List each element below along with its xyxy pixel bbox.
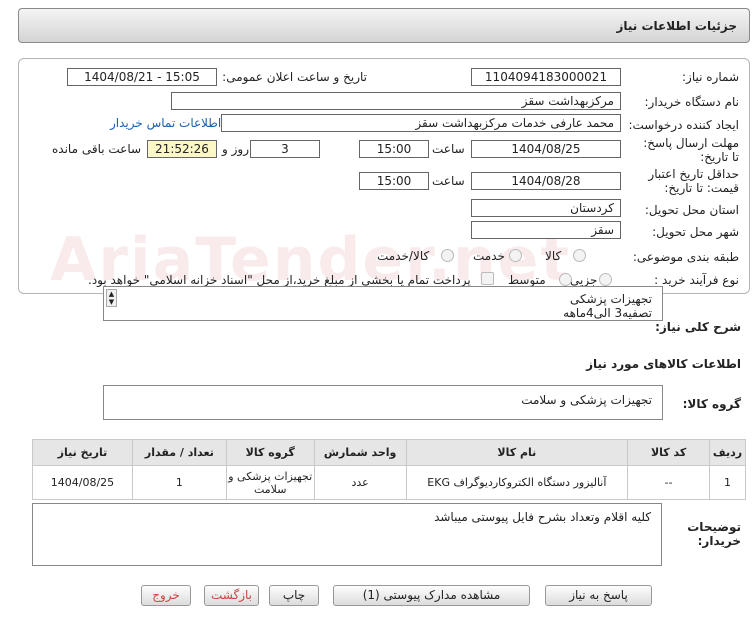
category-goods-label: کالا	[545, 249, 562, 263]
category-both-label: کالا/خدمت	[377, 249, 430, 263]
goods-table-header: ردیف کد کالا نام کالا واحد شمارش گروه کا…	[32, 439, 746, 466]
category-both-radio[interactable]	[441, 249, 454, 262]
col-goods-group: گروه کالا	[225, 439, 315, 466]
buyer-org-label: نام دستگاه خریدار:	[644, 95, 740, 109]
buyer-org-field: مرکزبهداشت سقز	[171, 92, 621, 110]
need-number-label: شماره نیاز:	[682, 70, 739, 84]
province-field: کردستان	[471, 199, 621, 217]
category-goods-radio[interactable]	[573, 249, 586, 262]
col-unit: واحد شمارش	[313, 439, 407, 466]
back-button[interactable]: بازگشت	[204, 585, 259, 606]
validity-date-field: 1404/08/28	[471, 172, 621, 190]
reply-button[interactable]: پاسخ به نیاز	[545, 585, 652, 606]
goods-group-value: تجهیزات پزشکی و سلامت	[521, 393, 652, 407]
page-header: جزئیات اطلاعات نیاز	[18, 8, 750, 43]
creator-field: محمد عارفی خدمات مرکزبهداشت سقز	[221, 114, 621, 132]
process-medium-radio[interactable]	[559, 273, 572, 286]
col-goods-code: کد کالا	[627, 439, 711, 466]
buyer-contact-link[interactable]: اطلاعات تماس خریدار	[110, 116, 221, 130]
cell-row-number: 1	[709, 465, 746, 500]
province-label: استان محل تحویل:	[644, 203, 739, 217]
summary-scrollbar[interactable]: ▲ ▼	[106, 289, 117, 307]
days-and-label: روز و	[222, 142, 249, 156]
city-field: سقز	[471, 221, 621, 239]
summary-line-1: تجهیزات پزشکی	[570, 292, 652, 306]
col-row-number: ردیف	[709, 439, 746, 466]
announce-date-field: 1404/08/21 - 15:05	[67, 68, 217, 86]
category-service-radio[interactable]	[509, 249, 522, 262]
col-need-date: تاریخ نیاز	[32, 439, 133, 466]
cell-quantity: 1	[131, 465, 227, 500]
validity-time-label: ساعت	[432, 174, 465, 188]
treasury-payment-checkbox[interactable]	[481, 272, 494, 285]
col-goods-name: نام کالا	[405, 439, 629, 466]
buyer-notes-label: توضیحات خریدار:	[687, 520, 741, 548]
cell-goods-code: --	[627, 465, 711, 500]
reply-time-label: ساعت	[432, 142, 465, 156]
need-number-field: 1104094183000021	[471, 68, 621, 86]
cell-goods-group: تجهیزات پزشکی و سلامت	[225, 465, 315, 500]
goods-group-field: تجهیزات پزشکی و سلامت	[103, 385, 663, 420]
reply-date-field: 1404/08/25	[471, 140, 621, 158]
exit-button[interactable]: خروج	[141, 585, 191, 606]
buyer-notes-text: کلیه اقلام وتعداد بشرح فایل پیوستی میباش…	[434, 510, 651, 524]
reply-time-field: 15:00	[359, 140, 429, 158]
process-minor-label: جزیی	[570, 273, 598, 287]
page-title: جزئیات اطلاعات نیاز	[616, 19, 737, 33]
attachments-button[interactable]: مشاهده مدارک پیوستی (1)	[333, 585, 530, 606]
process-medium-label: متوسط	[508, 273, 546, 287]
validity-time-field: 15:00	[359, 172, 429, 190]
summary-label: شرح کلی نیاز:	[655, 320, 741, 334]
reply-deadline-label: مهلت ارسال پاسخ: تا تاریخ:	[643, 136, 739, 164]
cell-unit: عدد	[313, 465, 407, 500]
cell-need-date: 1404/08/25	[32, 465, 133, 500]
announce-date-label: تاریخ و ساعت اعلان عمومی:	[222, 70, 367, 84]
summary-line-2: تصفیه3 الی4ماهه	[563, 306, 652, 320]
buyer-notes-field: کلیه اقلام وتعداد بشرح فایل پیوستی میباش…	[32, 503, 662, 566]
goods-table: ردیف کد کالا نام کالا واحد شمارش گروه کا…	[32, 439, 746, 500]
col-quantity: تعداد / مقدار	[131, 439, 227, 466]
table-row[interactable]: 1 -- آنالیزور دستگاه الکتروکاردیوگراف EK…	[32, 465, 746, 500]
days-remaining-field: 3	[250, 140, 320, 158]
goods-group-label: گروه کالا:	[682, 397, 741, 411]
process-type-label: نوع فرآیند خرید :	[654, 273, 739, 287]
remaining-time-field: 21:52:26	[147, 140, 217, 158]
creator-label: ایجاد کننده درخواست:	[628, 118, 739, 132]
category-label: طبقه بندی موضوعی:	[632, 250, 739, 264]
goods-section-title: اطلاعات کالاهای مورد نیاز	[586, 357, 741, 371]
remaining-time-label: ساعت باقی مانده	[52, 142, 142, 156]
cell-goods-name: آنالیزور دستگاه الکتروکاردیوگراف EKG	[405, 465, 629, 500]
treasury-payment-note: پرداخت تمام یا بخشی از مبلغ خرید،از محل …	[88, 273, 471, 287]
category-service-label: خدمت	[473, 249, 505, 263]
summary-textarea[interactable]: تجهیزات پزشکی تصفیه3 الی4ماهه ▲ ▼	[103, 286, 663, 321]
price-validity-label: حداقل تاریخ اعتبار قیمت: تا تاریخ:	[648, 167, 739, 195]
print-button[interactable]: چاپ	[269, 585, 319, 606]
city-label: شهر محل تحویل:	[652, 225, 739, 239]
process-minor-radio[interactable]	[599, 273, 612, 286]
